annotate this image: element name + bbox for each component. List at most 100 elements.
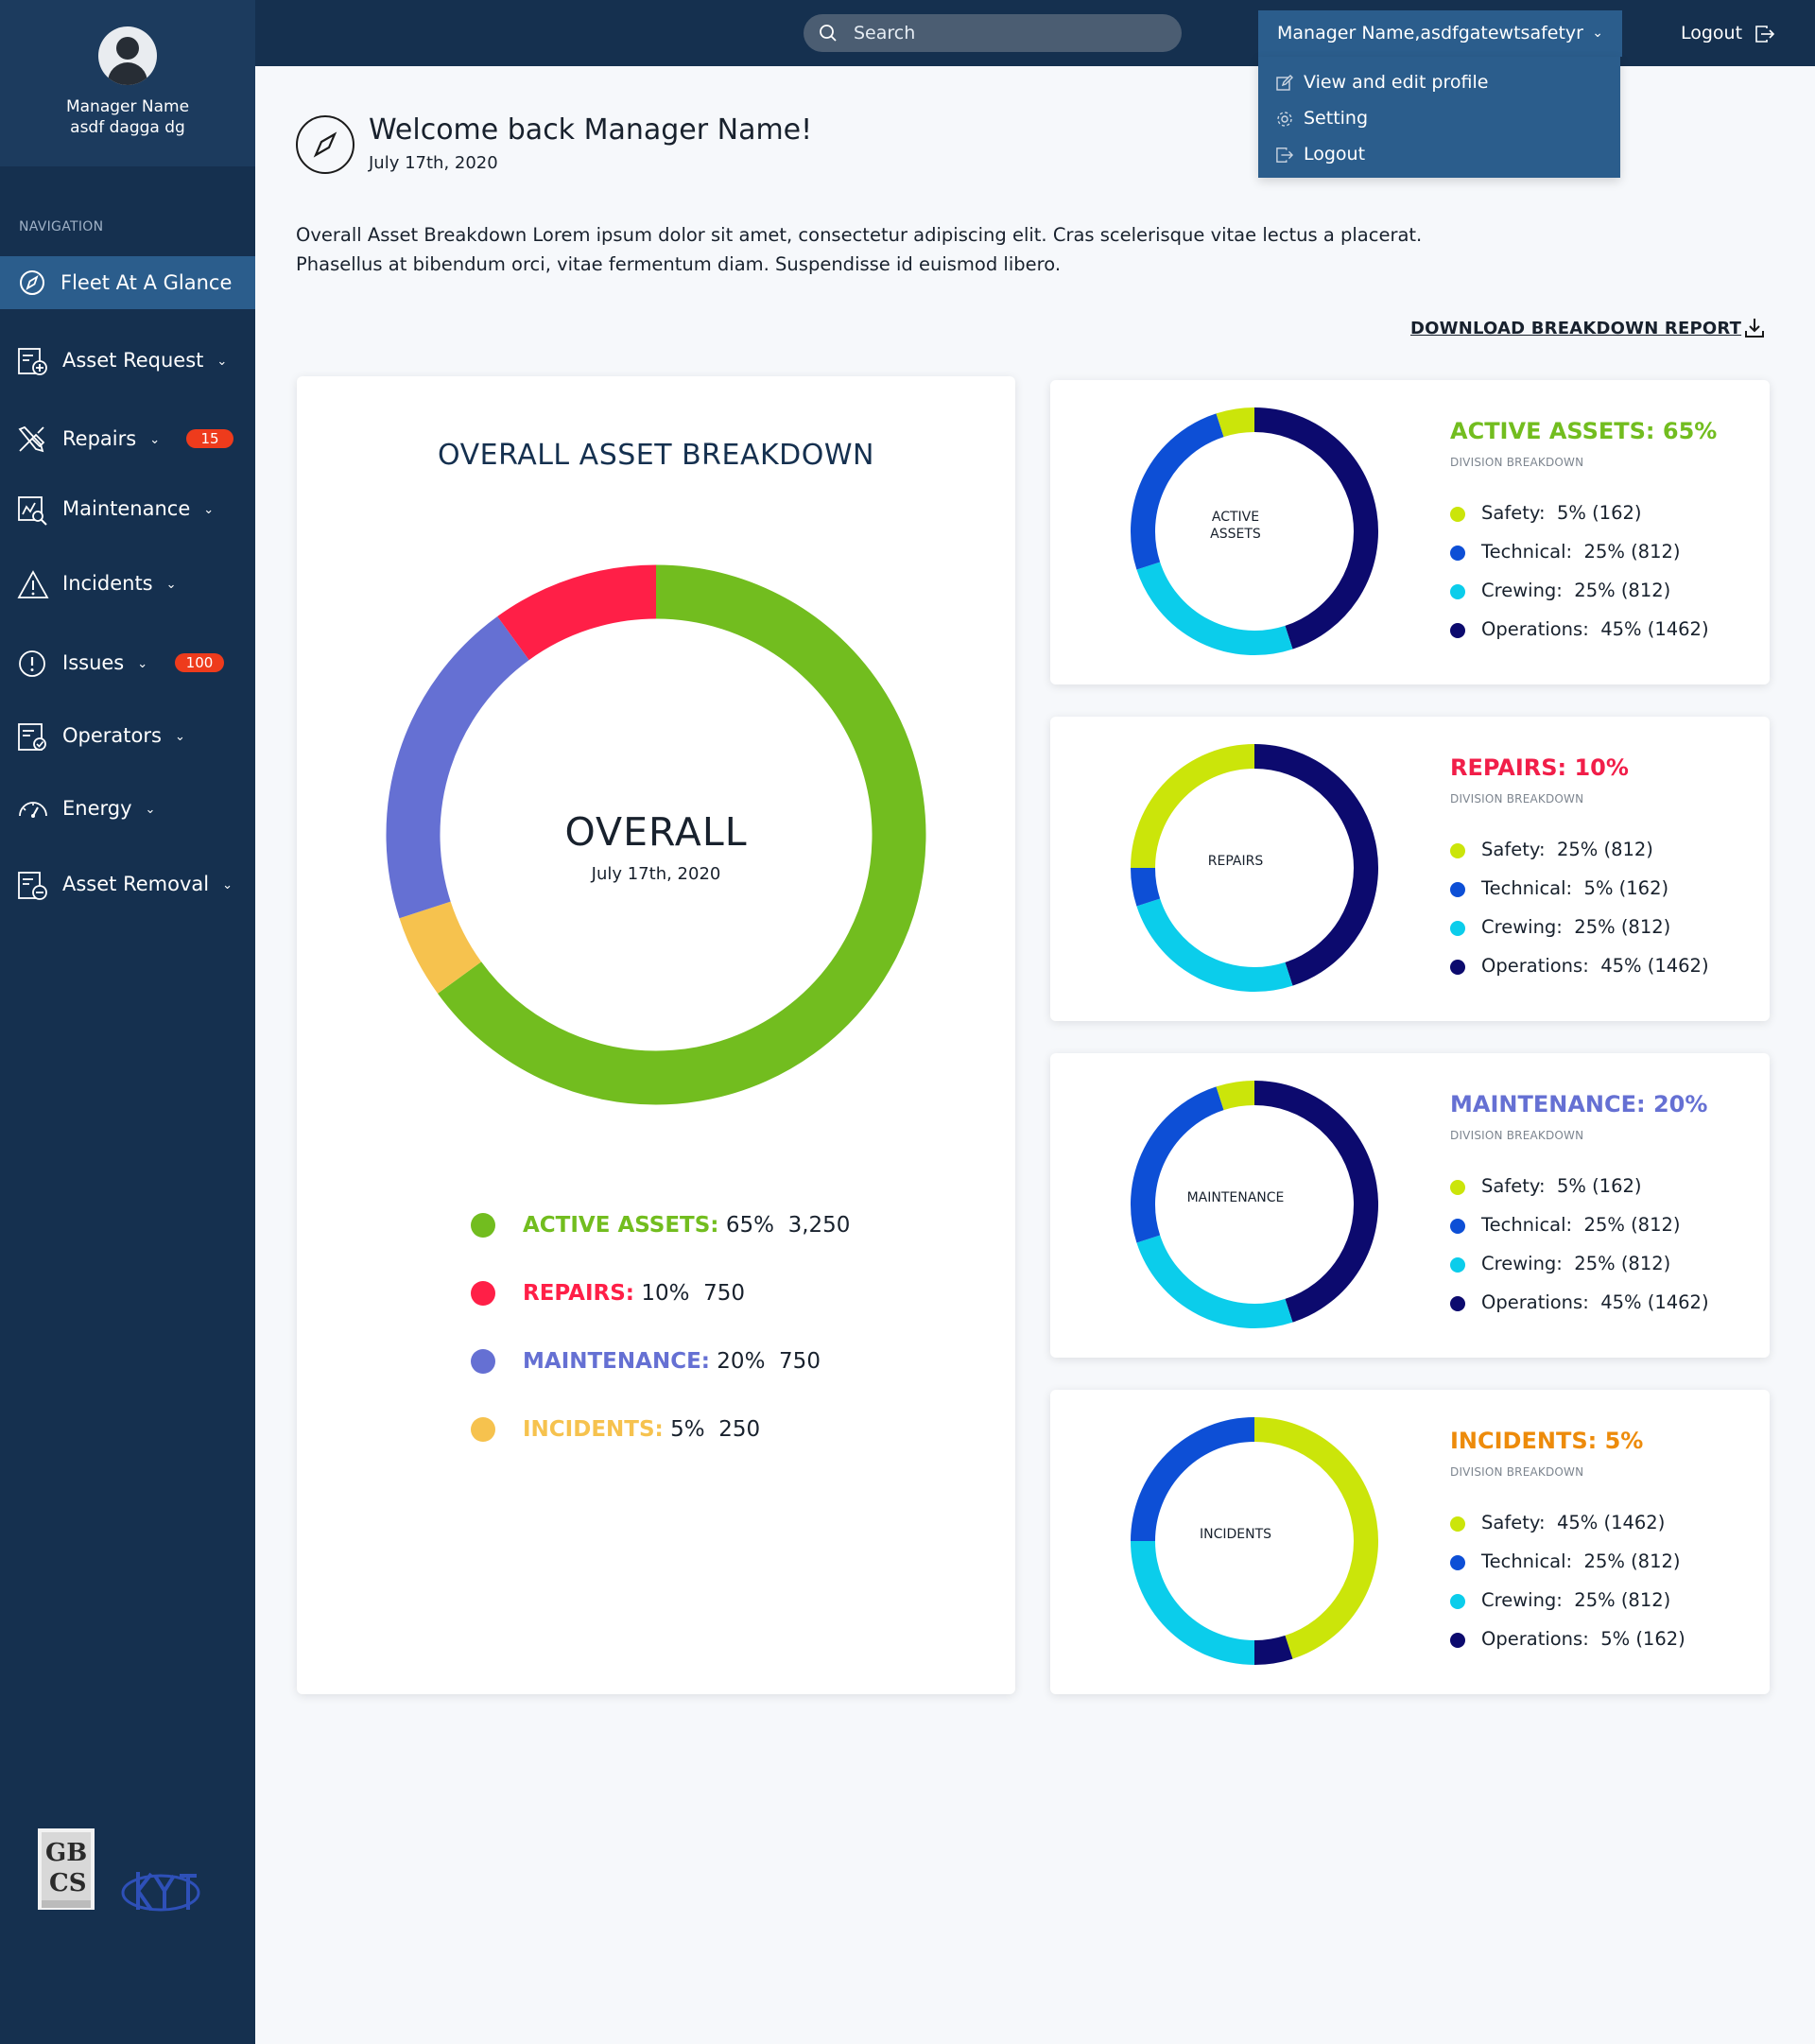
division-card-title: ACTIVE ASSETS: 65% <box>1450 418 1718 444</box>
legend-percent: 20% <box>717 1349 766 1374</box>
sidebar-item-asset-removal[interactable]: Asset Removal ⌄ <box>0 857 255 910</box>
donut-slice-technical[interactable] <box>1131 1086 1224 1243</box>
svg-text:CS: CS <box>49 1869 86 1897</box>
operators-icon <box>17 722 49 751</box>
sidebar-item-energy[interactable]: Energy ⌄ <box>0 782 255 835</box>
legend-swatch <box>1450 546 1465 561</box>
legend-category: INCIDENTS: <box>523 1417 664 1442</box>
legend-swatch <box>1450 1219 1465 1234</box>
warning-icon <box>17 570 49 598</box>
donut-slice-technical[interactable] <box>1131 413 1224 570</box>
exclamation-icon <box>17 650 49 677</box>
search-icon <box>820 25 837 42</box>
division-legend-value: 25% (812) <box>1574 916 1671 938</box>
division-legend-label: Crewing: <box>1481 580 1563 601</box>
legend-category: REPAIRS: <box>523 1281 634 1306</box>
legend-swatch <box>1450 921 1465 936</box>
legend-swatch <box>1450 843 1465 858</box>
donut-slice-safety[interactable] <box>1131 744 1255 869</box>
menu-item-view-edit-profile[interactable]: View and edit profile <box>1258 64 1620 100</box>
overall-chart-title: OVERALL ASSET BREAKDOWN <box>438 439 874 472</box>
avatar[interactable] <box>98 26 157 85</box>
page-date: July 17th, 2020 <box>369 153 498 173</box>
donut-slice-technical[interactable] <box>1131 1417 1255 1542</box>
overall-center-date: July 17th, 2020 <box>591 864 721 884</box>
logout-button[interactable]: Logout <box>1681 0 1775 66</box>
partner-logos: GB CS <box>36 1827 225 1914</box>
download-icon[interactable] <box>1743 317 1766 339</box>
division-legend-value: 45% (1462) <box>1600 618 1709 640</box>
legend-category: ACTIVE ASSETS: <box>523 1213 719 1238</box>
donut-slice-crewing[interactable] <box>1136 1235 1293 1328</box>
sidebar-item-repairs[interactable]: Repairs ⌄ 15 <box>0 412 255 465</box>
menu-item-setting[interactable]: Setting <box>1258 100 1620 136</box>
intro-text: Overall Asset Breakdown Lorem ipsum dolo… <box>296 220 1544 279</box>
sidebar-item-asset-request[interactable]: Asset Request ⌄ <box>0 334 255 387</box>
legend-swatch <box>471 1349 495 1374</box>
division-legend-value: 5% (162) <box>1556 1175 1642 1197</box>
donut-slice-operations[interactable] <box>1253 1635 1293 1665</box>
division-card-title: REPAIRS: 10% <box>1450 754 1629 781</box>
sidebar-item-label: Operators <box>62 724 162 747</box>
division-card-maintenance: MAINTENANCE MAINTENANCE: 20% DIVISION BREA… <box>1050 1053 1770 1358</box>
legend-swatch <box>471 1281 495 1306</box>
sidebar-item-fleet-at-a-glance[interactable]: Fleet At A Glance <box>0 256 255 309</box>
donut-slice-crewing[interactable] <box>1131 1540 1255 1665</box>
legend-category: MAINTENANCE: <box>523 1349 710 1374</box>
compass-icon <box>296 115 354 174</box>
legend-swatch <box>1450 1555 1465 1570</box>
legend-swatch <box>1450 960 1465 975</box>
gbcs-group-logo: GB CS <box>38 1828 95 1910</box>
sidebar-item-maintenance[interactable]: Maintenance ⌄ <box>0 482 255 535</box>
profile-subtitle: asdf dagga dg <box>70 118 185 137</box>
legend-count: 750 <box>703 1281 745 1306</box>
donut-slice-crewing[interactable] <box>1136 562 1293 655</box>
sidebar-item-issues[interactable]: Issues ⌄ 100 <box>0 636 255 689</box>
menu-item-label: Setting <box>1304 108 1369 129</box>
division-card-active-assets: ACTIVE ASSETS ACTIVE ASSETS: 65% DIVISION … <box>1050 380 1770 684</box>
legend-swatch <box>1450 584 1465 599</box>
menu-item-logout[interactable]: Logout <box>1258 136 1620 172</box>
division-card-subtitle: DIVISION BREAKDOWN <box>1450 792 1584 805</box>
division-legend-value: 45% (1462) <box>1556 1512 1666 1533</box>
chevron-down-icon: ⌄ <box>145 802 156 817</box>
legend-swatch <box>1450 623 1465 638</box>
sidebar-item-incidents[interactable]: Incidents ⌄ <box>0 557 255 610</box>
user-dropdown-menu: View and edit profile Setting Logout <box>1258 57 1620 178</box>
download-report-link[interactable]: DOWNLOAD BREAKDOWN REPORT <box>1410 319 1741 338</box>
donut-slice-incidents[interactable] <box>399 901 482 994</box>
division-legend-label: Crewing: <box>1481 1589 1563 1611</box>
issues-count-badge: 100 <box>175 653 224 672</box>
division-legend-label: Technical: <box>1481 877 1573 899</box>
legend-swatch <box>1450 882 1465 897</box>
donut-slice-safety[interactable] <box>1216 407 1255 438</box>
division-legend-label: Operations: <box>1481 1628 1589 1650</box>
division-donut-center-label: MAINTENANCE <box>1186 1190 1285 1205</box>
donut-slice-technical[interactable] <box>1131 867 1161 907</box>
logout-icon <box>1755 25 1775 43</box>
division-legend-value: 25% (812) <box>1574 1253 1671 1274</box>
legend-swatch <box>471 1213 495 1238</box>
donut-slice-crewing[interactable] <box>1136 898 1293 992</box>
legend-count: 3,250 <box>787 1213 851 1238</box>
user-menu-button[interactable]: Manager Name,asdfgatewtsafetyr ⌄ <box>1258 10 1622 57</box>
division-card-subtitle: DIVISION BREAKDOWN <box>1450 456 1584 469</box>
nav-section-label: NAVIGATION <box>19 219 104 234</box>
sidebar-item-operators[interactable]: Operators ⌄ <box>0 709 255 762</box>
legend-swatch <box>471 1417 495 1442</box>
chevron-down-icon: ⌄ <box>137 656 148 671</box>
legend-count: 250 <box>718 1417 761 1442</box>
sidebar-item-label: Energy <box>62 797 132 820</box>
division-legend-value: 25% (812) <box>1583 1550 1681 1572</box>
division-legend-label: Operations: <box>1481 1291 1589 1313</box>
profile-name: Manager Name <box>65 97 190 116</box>
division-card-repairs: REPAIRS REPAIRS: 10% DIVISION BREAKDOWN Saf… <box>1050 717 1770 1021</box>
division-donut-center-label: ACTIVE ASSETS <box>1210 510 1261 542</box>
division-card-title: MAINTENANCE: 20% <box>1450 1091 1708 1117</box>
donut-slice-repairs[interactable] <box>497 564 657 661</box>
division-legend-label: Safety: <box>1481 1175 1546 1197</box>
sidebar-item-label: Asset Removal <box>62 873 210 895</box>
search-input[interactable]: Search <box>804 14 1182 52</box>
division-legend-label: Safety: <box>1481 1512 1546 1533</box>
donut-slice-safety[interactable] <box>1216 1081 1255 1111</box>
